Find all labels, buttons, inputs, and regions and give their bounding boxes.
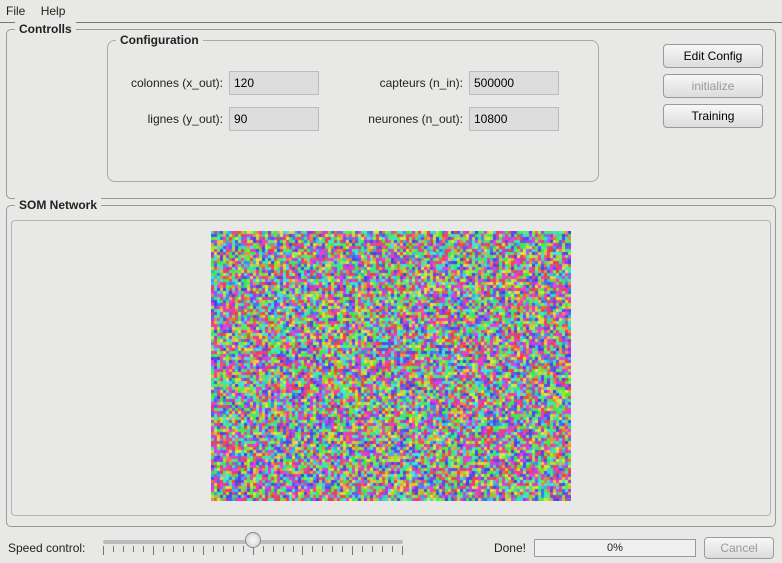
progress-text: 0%	[607, 542, 623, 554]
training-button[interactable]: Training	[663, 104, 763, 128]
capteurs-label: capteurs (n_in):	[348, 76, 463, 90]
configuration-panel: Configuration colonnes (x_out): capteurs…	[107, 40, 599, 182]
capteurs-input[interactable]	[469, 71, 559, 95]
lignes-input[interactable]	[229, 107, 319, 131]
configuration-title: Configuration	[116, 33, 203, 47]
som-inner	[11, 220, 771, 516]
speed-control-label: Speed control:	[8, 541, 85, 555]
controls-title: Controlls	[15, 22, 76, 36]
colonnes-input[interactable]	[229, 71, 319, 95]
slider-thumb[interactable]	[245, 532, 261, 548]
neurones-label: neurones (n_out):	[348, 112, 463, 126]
speed-slider[interactable]	[93, 536, 413, 560]
edit-config-button[interactable]: Edit Config	[663, 44, 763, 68]
lignes-label: lignes (y_out):	[108, 112, 223, 126]
initialize-button: initialize	[663, 74, 763, 98]
action-buttons: Edit Config initialize Training	[663, 44, 763, 128]
som-title: SOM Network	[15, 198, 101, 212]
menu-file[interactable]: File	[6, 4, 25, 18]
footer: Speed control: Done! 0% Cancel	[0, 533, 782, 563]
neurones-input[interactable]	[469, 107, 559, 131]
som-network-panel: SOM Network	[6, 205, 776, 527]
menubar: File Help	[0, 0, 782, 23]
cancel-button: Cancel	[704, 537, 774, 559]
done-label: Done!	[494, 541, 526, 555]
colonnes-label: colonnes (x_out):	[108, 76, 223, 90]
som-canvas	[211, 231, 571, 501]
progress-bar: 0%	[534, 539, 696, 557]
controls-panel: Controlls Configuration colonnes (x_out)…	[6, 29, 776, 199]
menu-help[interactable]: Help	[41, 4, 66, 18]
